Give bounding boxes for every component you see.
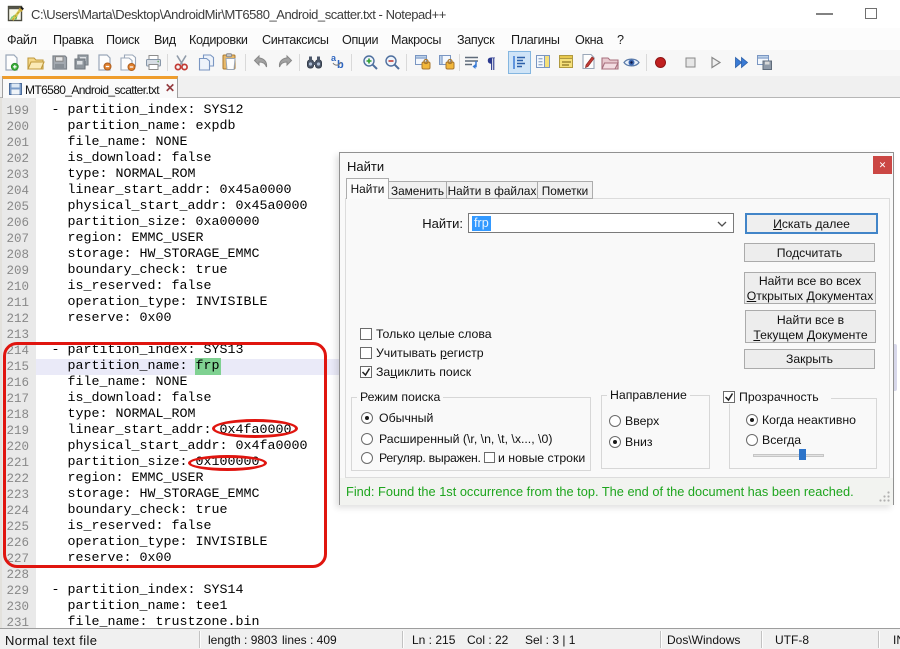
svg-text:¶: ¶ bbox=[487, 55, 496, 71]
